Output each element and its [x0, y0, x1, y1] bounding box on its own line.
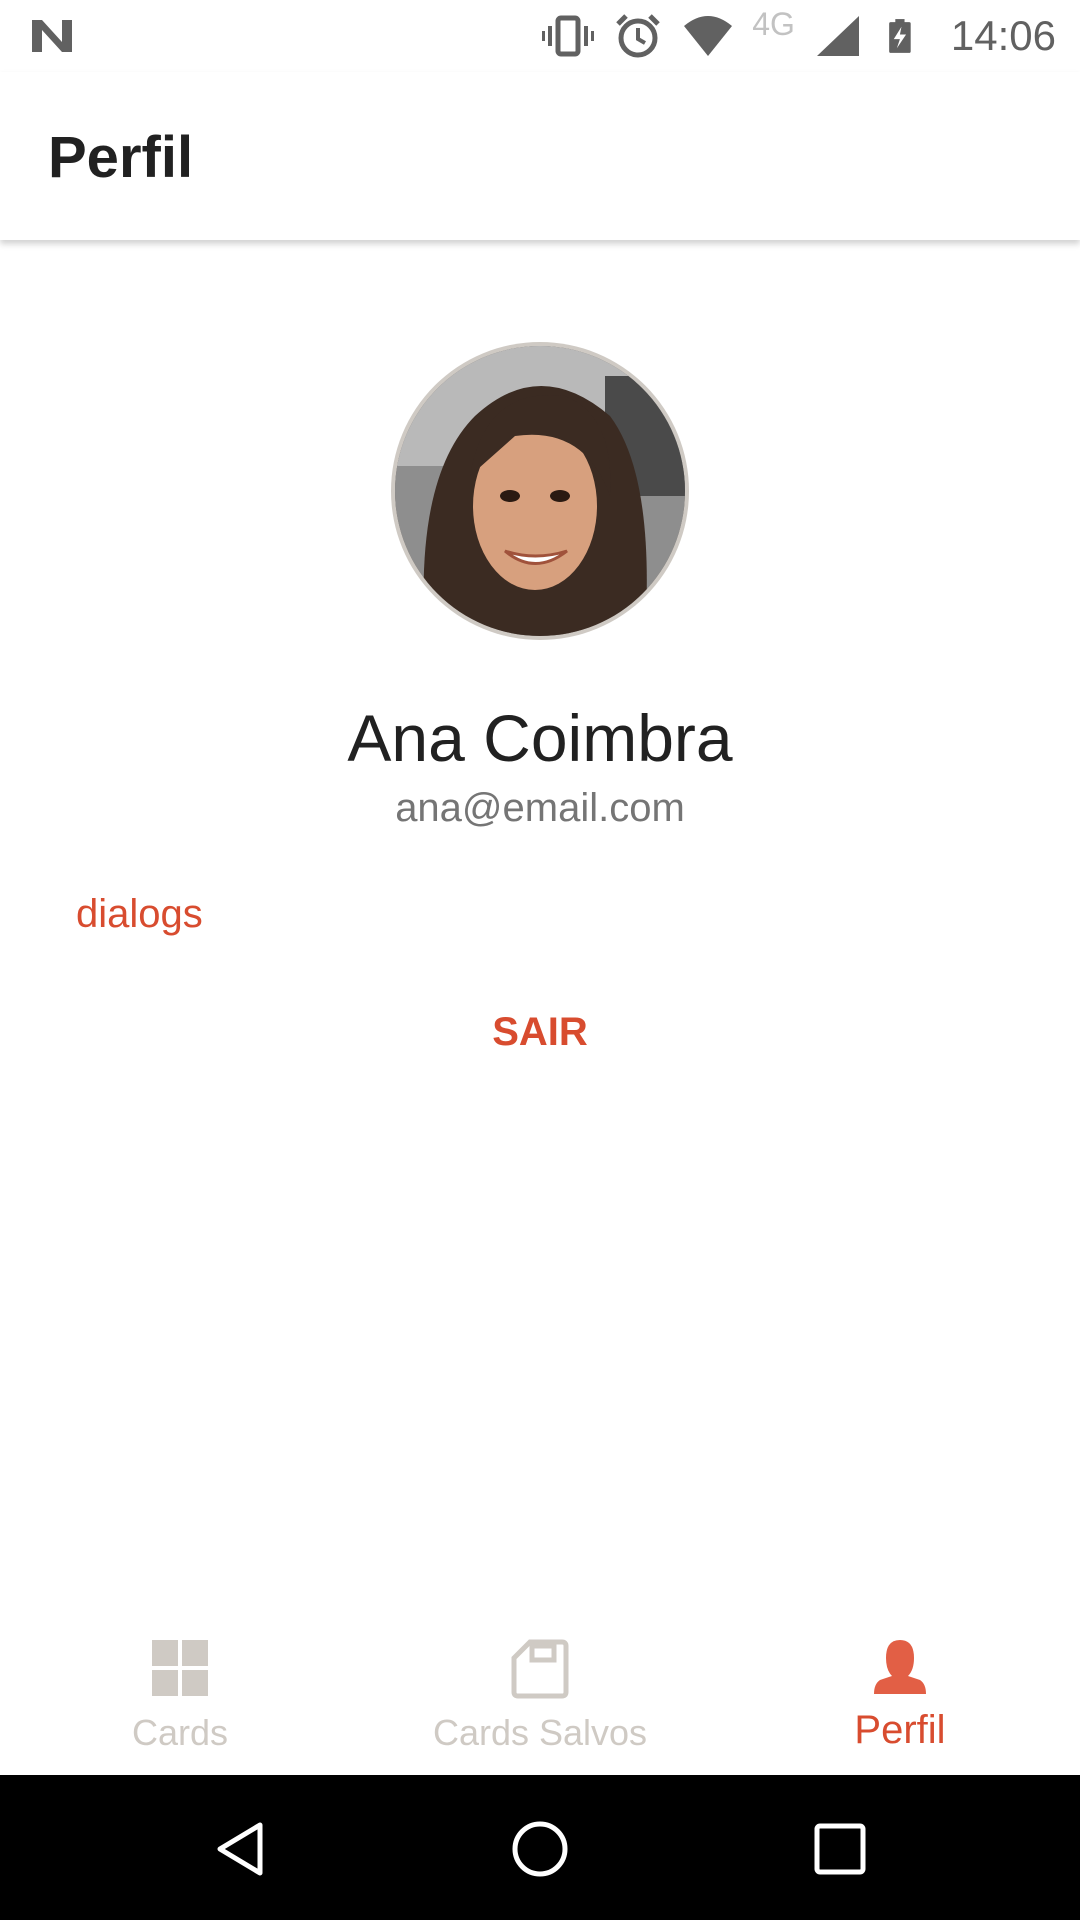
avatar [395, 346, 685, 636]
alarm-icon [616, 14, 660, 58]
person-icon [874, 1640, 926, 1694]
wifi-icon [684, 16, 733, 56]
logout-button[interactable]: SAIR [440, 1000, 640, 1064]
dialogs-link[interactable]: dialogs [76, 892, 203, 937]
signal-icon [816, 16, 859, 56]
grid-icon [152, 1640, 208, 1696]
bottom-navigation: Cards Cards Salvos Perfil [0, 1600, 1080, 1775]
nav-label-perfil: Perfil [854, 1708, 946, 1752]
page-title: Perfil [48, 125, 194, 190]
nav-item-cards[interactable]: Cards [0, 1600, 360, 1775]
status-icons: 4G 14:06 [542, 0, 1056, 72]
status-bar: 4G 14:06 [0, 0, 1080, 72]
nav-label-cards: Cards [131, 1712, 229, 1753]
n-logo-icon [32, 20, 72, 52]
home-icon[interactable] [510, 1819, 570, 1879]
save-icon [511, 1639, 569, 1699]
status-time: 14:06 [950, 12, 1056, 59]
vibrate-icon [542, 15, 595, 57]
nav-item-perfil[interactable]: Perfil [720, 1600, 1080, 1775]
network-type: 4G [752, 5, 795, 42]
profile-name: Ana Coimbra [347, 701, 733, 775]
battery-charging-icon [889, 19, 911, 53]
user-photo-avatar [395, 346, 685, 636]
profile-screen: 4G 14:06 Perfil Ana Coimbra ana@email.co… [0, 0, 1080, 1920]
nav-item-cards-salvos[interactable]: Cards Salvos [360, 1600, 720, 1775]
nav-label-cards-salvos: Cards Salvos [432, 1712, 648, 1753]
recents-icon[interactable] [810, 1819, 870, 1879]
back-icon[interactable] [210, 1819, 270, 1879]
app-bar: Perfil [0, 72, 1080, 240]
profile-email: ana@email.com [395, 786, 685, 830]
system-navigation-bar [0, 1775, 1080, 1920]
